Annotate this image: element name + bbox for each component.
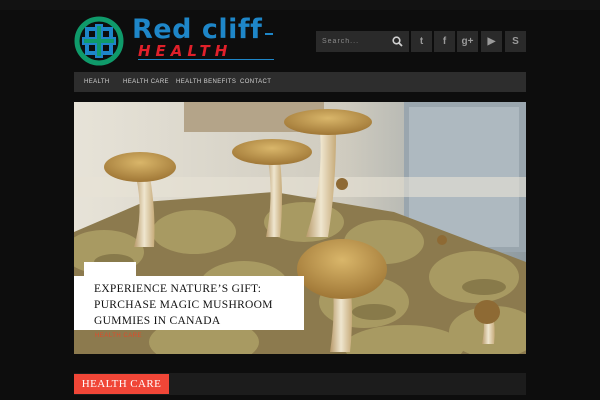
- nav-item-health-benefits[interactable]: HEALTH BENEFITS: [176, 72, 236, 92]
- logo-dash: [265, 33, 273, 35]
- featured-caption: EXPERIENCE NATURE’S GIFT: PURCHASE MAGIC…: [74, 276, 304, 330]
- skype-button[interactable]: S: [505, 31, 526, 52]
- google-plus-button[interactable]: g+: [457, 31, 478, 52]
- site-logo[interactable]: Red cliff HEALTH: [74, 14, 279, 72]
- facebook-button[interactable]: f: [434, 31, 455, 52]
- google-plus-icon: g+: [461, 36, 474, 47]
- nav-item-contact[interactable]: CONTACT: [240, 72, 271, 92]
- featured-title[interactable]: EXPERIENCE NATURE’S GIFT: PURCHASE MAGIC…: [94, 281, 296, 329]
- nav-item-health[interactable]: HEALTH: [84, 72, 110, 92]
- youtube-icon: ▶: [487, 36, 496, 47]
- top-strip: [0, 0, 600, 10]
- twitter-icon: t: [419, 36, 424, 47]
- logo-title: Red cliff: [132, 14, 263, 45]
- facebook-icon: f: [442, 36, 447, 47]
- twitter-button[interactable]: t: [411, 31, 432, 52]
- logo-underline: [138, 59, 274, 60]
- caption-tab: [84, 262, 136, 276]
- search-icon[interactable]: [391, 35, 404, 48]
- youtube-button[interactable]: ▶: [481, 31, 502, 52]
- logo-emblem-icon: [74, 16, 124, 66]
- nav-item-health-care[interactable]: HEALTH CARE: [123, 72, 169, 92]
- featured-category[interactable]: HEALTH CARE: [95, 333, 142, 339]
- section-label[interactable]: HEALTH CARE: [74, 374, 169, 394]
- logo-subtitle: HEALTH: [138, 42, 233, 60]
- main-nav: HEALTH HEALTH CARE HEALTH BENEFITS CONTA…: [74, 72, 526, 92]
- skype-icon: S: [512, 36, 519, 47]
